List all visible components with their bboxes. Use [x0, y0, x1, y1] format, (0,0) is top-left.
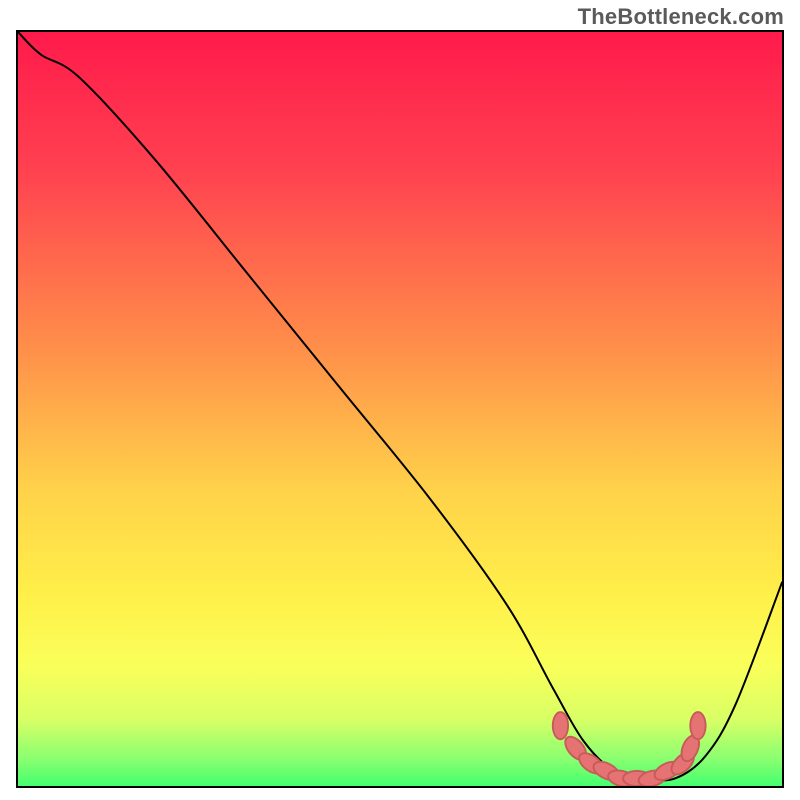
marker-point	[553, 712, 568, 739]
chart-frame: TheBottleneck.com	[0, 0, 800, 800]
bottleneck-curve	[18, 32, 782, 780]
plot-area	[16, 30, 784, 788]
watermark-text: TheBottleneck.com	[578, 4, 784, 30]
curve-layer	[18, 32, 782, 786]
marker-point	[690, 712, 705, 739]
